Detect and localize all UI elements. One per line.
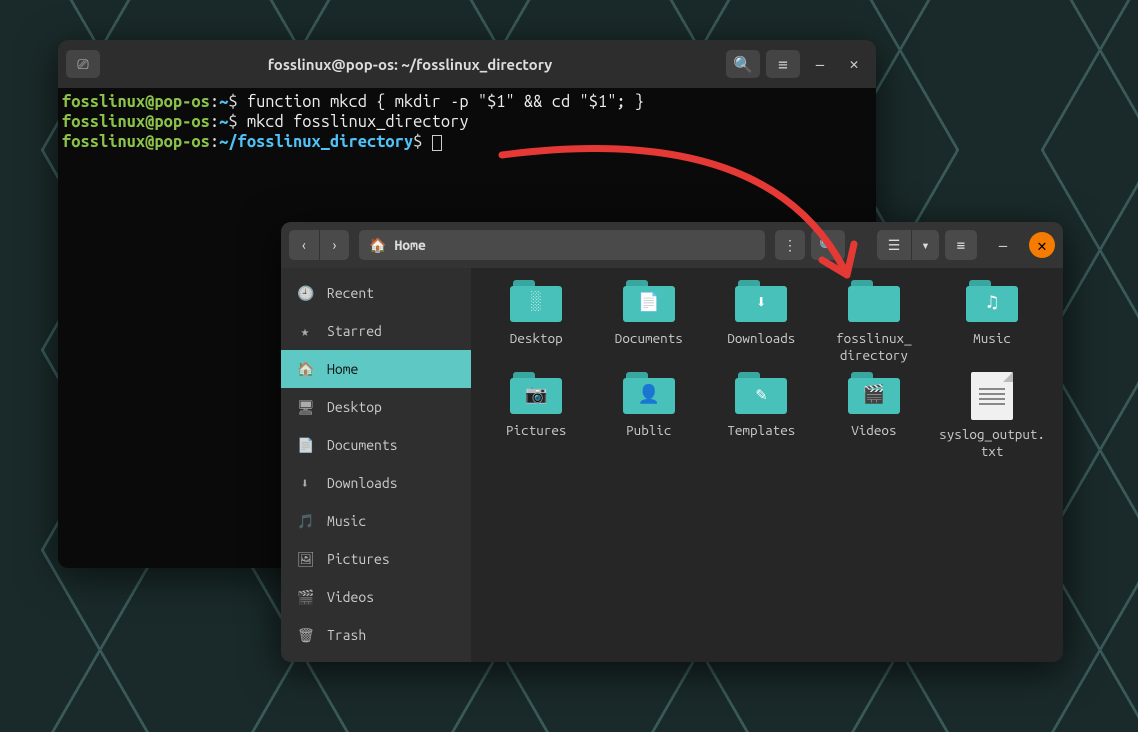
sidebar-icon: 🎵 (297, 513, 313, 530)
view-dropdown-button[interactable]: ▾ (911, 230, 939, 260)
folder-item[interactable]: 🎬 Videos (827, 372, 922, 460)
item-label: Documents (615, 330, 683, 347)
folder-icon: 🎬 (848, 372, 900, 416)
sidebar-item-starred[interactable]: ★ Starred (281, 312, 471, 350)
terminal-titlebar: ⎚ fosslinux@pop-os: ~/fosslinux_director… (58, 40, 876, 88)
path-more-button[interactable]: ⋮ (775, 230, 805, 260)
files-menu-button[interactable]: ≡ (945, 230, 977, 260)
sidebar-icon: 🎬 (297, 589, 313, 606)
folder-icon: ⬇ (735, 280, 787, 324)
folder-icon: ░ (510, 280, 562, 324)
folder-item[interactable]: ♫ Music (939, 280, 1045, 364)
nav-back-button[interactable]: ‹ (289, 230, 319, 260)
sidebar-item-desktop[interactable]: 🖥 Desktop (281, 388, 471, 426)
sidebar-item-label: Starred (327, 323, 382, 339)
folder-item[interactable]: 📄 Documents (602, 280, 697, 364)
sidebar-item-label: Recent (327, 285, 374, 301)
folder-icon: ♫ (966, 280, 1018, 324)
terminal-search-button[interactable]: 🔍 (726, 50, 760, 78)
sidebar-item-label: Desktop (327, 399, 382, 415)
sidebar-icon: 🖥 (297, 399, 313, 416)
sidebar-item-label: Videos (327, 589, 374, 605)
sidebar-item-label: Home (327, 361, 358, 377)
folder-icon: 👤 (623, 372, 675, 416)
sidebar-item-music[interactable]: 🎵 Music (281, 502, 471, 540)
minimize-button[interactable]: — (806, 50, 834, 78)
files-sidebar: 🕘 Recent ★ Starred 🏠 Home 🖥 Desktop 📄 Documents ⬇ D… (281, 268, 471, 662)
sidebar-item-documents[interactable]: 📄 Documents (281, 426, 471, 464)
sidebar-item-label: Documents (327, 437, 398, 453)
folder-icon (848, 280, 900, 324)
item-label: Templates (727, 422, 795, 439)
terminal-title: fosslinux@pop-os: ~/fosslinux_directory (100, 56, 720, 73)
sidebar-icon: 🏠 (297, 361, 313, 378)
sidebar-item-downloads[interactable]: ⬇ Downloads (281, 464, 471, 502)
home-icon: 🏠 (369, 237, 386, 254)
folder-item[interactable]: ░ Desktop (489, 280, 584, 364)
sidebar-icon: 🗑 (297, 627, 313, 644)
sidebar-item-label: Trash (327, 627, 366, 643)
folder-item[interactable]: ✎ Templates (714, 372, 809, 460)
item-label: fosslinux_directory (836, 330, 912, 364)
sidebar-item-label: Downloads (327, 475, 398, 491)
item-label: syslog_output.txt (939, 426, 1045, 460)
files-grid: ░ Desktop 📄 Documents ⬇ Downloads fosslinux_di… (471, 268, 1063, 662)
location-label: Home (394, 237, 425, 253)
folder-icon: 📷 (510, 372, 562, 416)
sidebar-item-label: Pictures (327, 551, 390, 567)
files-minimize-button[interactable]: — (989, 231, 1017, 259)
files-close-button[interactable]: ✕ (1029, 232, 1055, 258)
sidebar-item-videos[interactable]: 🎬 Videos (281, 578, 471, 616)
sidebar-item-home[interactable]: 🏠 Home (281, 350, 471, 388)
folder-icon: ✎ (735, 372, 787, 416)
item-label: Public (626, 422, 671, 439)
sidebar-icon: 🖼 (297, 551, 313, 568)
files-window: ‹ › 🏠 Home ⋮ 🔍 ☰ ▾ ≡ — ✕ 🕘 Recent ★ Starred… (281, 222, 1063, 662)
files-titlebar: ‹ › 🏠 Home ⋮ 🔍 ☰ ▾ ≡ — ✕ (281, 222, 1063, 268)
sidebar-icon: 📄 (297, 437, 313, 454)
folder-item[interactable]: 👤 Public (602, 372, 697, 460)
item-label: Videos (851, 422, 896, 439)
item-label: Desktop (510, 330, 563, 347)
nav-forward-button[interactable]: › (319, 230, 349, 260)
folder-item[interactable]: 📷 Pictures (489, 372, 584, 460)
sidebar-item-pictures[interactable]: 🖼 Pictures (281, 540, 471, 578)
terminal-body[interactable]: fosslinux@pop-os:~$ function mkcd { mkdi… (58, 88, 876, 156)
file-icon (971, 372, 1013, 420)
item-label: Pictures (506, 422, 566, 439)
item-label: Music (973, 330, 1011, 347)
close-button[interactable]: ✕ (840, 50, 868, 78)
location-bar[interactable]: 🏠 Home (359, 230, 765, 260)
sidebar-icon: ⬇ (297, 475, 313, 492)
sidebar-icon: ★ (297, 323, 313, 340)
sidebar-item-trash[interactable]: 🗑 Trash (281, 616, 471, 654)
folder-icon: 📄 (623, 280, 675, 324)
sidebar-item-label: Music (327, 513, 366, 529)
file-item[interactable]: syslog_output.txt (939, 372, 1045, 460)
view-list-button[interactable]: ☰ (877, 230, 911, 260)
item-label: Downloads (727, 330, 795, 347)
terminal-menu-button[interactable]: ≡ (766, 50, 800, 78)
terminal-line: fosslinux@pop-os:~$ function mkcd { mkdi… (62, 92, 872, 112)
sidebar-item-recent[interactable]: 🕘 Recent (281, 274, 471, 312)
folder-item[interactable]: ⬇ Downloads (714, 280, 809, 364)
files-search-button[interactable]: 🔍 (811, 230, 845, 260)
terminal-line: fosslinux@pop-os:~$ mkcd fosslinux_direc… (62, 112, 872, 132)
folder-item[interactable]: fosslinux_directory (827, 280, 922, 364)
terminal-line: fosslinux@pop-os:~/fosslinux_directory$ (62, 132, 872, 152)
new-tab-button[interactable]: ⎚ (66, 50, 100, 78)
sidebar-icon: 🕘 (297, 285, 313, 302)
